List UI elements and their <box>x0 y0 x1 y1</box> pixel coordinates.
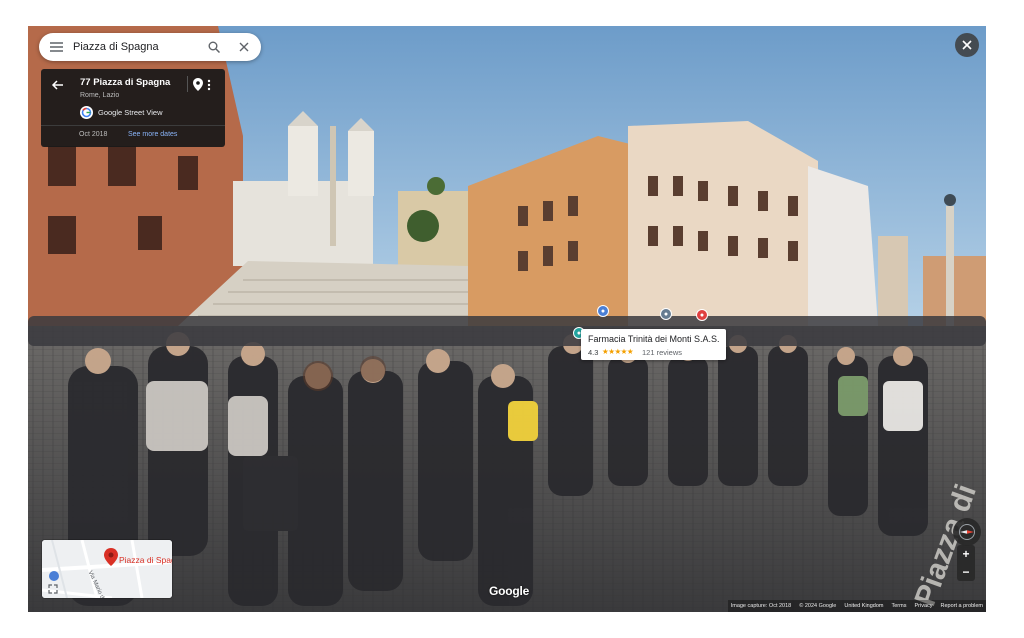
location-pin-icon <box>104 548 118 566</box>
location-title: 77 Piazza di Spagna <box>80 77 171 88</box>
google-watermark: Google <box>489 584 530 598</box>
poi-marker-red[interactable]: ● <box>696 309 708 321</box>
copyright-label: © 2024 Google <box>799 603 837 609</box>
location-subtitle: Rome, Lazio <box>80 92 120 99</box>
report-problem-link[interactable]: Report a problem <box>941 603 984 609</box>
clear-search-icon[interactable] <box>229 33 259 61</box>
street-view-panorama[interactable]: Piazza di 77 Piazza di Spagna Rome, Lazi… <box>28 26 986 612</box>
close-icon <box>962 40 972 50</box>
hamburger-menu-icon[interactable] <box>39 33 73 61</box>
left-bell-tower <box>288 126 318 196</box>
footer-bar: Image capture: Oct 2018 © 2024 Google Un… <box>727 600 986 612</box>
capture-date: Oct 2018 <box>79 131 108 138</box>
terms-link[interactable]: Terms <box>891 603 906 609</box>
location-pin-icon[interactable] <box>193 78 205 92</box>
minimap-place-label: Piazza di Spag <box>119 555 172 565</box>
rating-stars: ★★★★★ <box>602 347 634 356</box>
column <box>946 206 954 326</box>
poi-marker-blue[interactable]: ● <box>597 305 609 317</box>
close-street-view-button[interactable] <box>955 33 979 57</box>
divider <box>41 125 225 126</box>
place-name: Farmacia Trinità dei Monti S.A.S. <box>588 334 720 344</box>
expand-icon[interactable] <box>48 584 58 594</box>
back-arrow-icon[interactable] <box>51 78 67 94</box>
search-bar <box>39 33 261 61</box>
search-icon[interactable] <box>199 33 229 61</box>
more-vert-icon[interactable] <box>207 78 217 92</box>
obelisk <box>330 126 336 246</box>
zoom-in-button[interactable]: + <box>957 545 975 563</box>
beige-building <box>628 121 818 326</box>
minimap[interactable]: Piazza di Spag Via Mario de' F <box>42 540 172 598</box>
poi-marker-pin[interactable]: ● <box>660 308 672 320</box>
google-logo-icon <box>80 106 93 119</box>
privacy-link[interactable]: Privacy <box>914 603 932 609</box>
image-capture-label: Image capture: Oct 2018 <box>730 603 792 609</box>
place-popup[interactable]: Farmacia Trinità dei Monti S.A.S. 4.3 ★★… <box>581 329 726 360</box>
white-building <box>808 166 878 326</box>
search-input[interactable] <box>73 41 199 53</box>
source-label: Google Street View <box>98 108 163 117</box>
zoom-out-button[interactable]: − <box>957 563 975 581</box>
zoom-control: + − <box>957 545 975 581</box>
divider <box>187 76 188 92</box>
review-count: 121 reviews <box>642 348 683 357</box>
place-rating: 4.3 <box>588 348 599 357</box>
location-info-card: 77 Piazza di Spagna Rome, Lazio Google S… <box>41 69 225 147</box>
right-bell-tower <box>348 131 374 196</box>
region-link[interactable]: United Kingdom <box>844 603 883 609</box>
see-more-dates-link[interactable]: See more dates <box>128 131 177 138</box>
compass-icon[interactable] <box>953 518 981 546</box>
